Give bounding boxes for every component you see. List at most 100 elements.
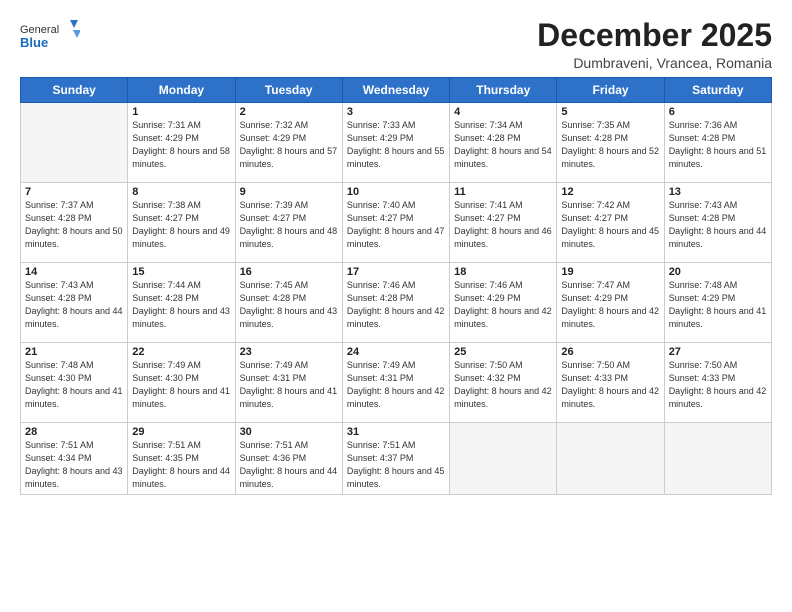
day-info: Sunrise: 7:51 AM Sunset: 4:36 PM Dayligh… (240, 439, 338, 491)
day-number: 26 (561, 346, 659, 358)
day-info: Sunrise: 7:47 AM Sunset: 4:29 PM Dayligh… (561, 279, 659, 331)
day-number: 17 (347, 266, 445, 278)
day-number: 12 (561, 186, 659, 198)
day-info: Sunrise: 7:37 AM Sunset: 4:28 PM Dayligh… (25, 199, 123, 251)
day-info: Sunrise: 7:32 AM Sunset: 4:29 PM Dayligh… (240, 119, 338, 171)
day-number: 30 (240, 426, 338, 438)
day-number: 18 (454, 266, 552, 278)
day-info: Sunrise: 7:35 AM Sunset: 4:28 PM Dayligh… (561, 119, 659, 171)
day-info: Sunrise: 7:48 AM Sunset: 4:30 PM Dayligh… (25, 359, 123, 411)
logo: General Blue (20, 18, 80, 54)
calendar-week-2: 7 Sunrise: 7:37 AM Sunset: 4:28 PM Dayli… (21, 183, 772, 263)
day-info: Sunrise: 7:49 AM Sunset: 4:31 PM Dayligh… (347, 359, 445, 411)
day-info: Sunrise: 7:48 AM Sunset: 4:29 PM Dayligh… (669, 279, 767, 331)
calendar-cell (450, 423, 557, 495)
day-number: 29 (132, 426, 230, 438)
day-number: 11 (454, 186, 552, 198)
col-monday: Monday (128, 78, 235, 103)
day-info: Sunrise: 7:51 AM Sunset: 4:37 PM Dayligh… (347, 439, 445, 491)
day-number: 3 (347, 106, 445, 118)
calendar-cell: 11 Sunrise: 7:41 AM Sunset: 4:27 PM Dayl… (450, 183, 557, 263)
calendar-cell: 20 Sunrise: 7:48 AM Sunset: 4:29 PM Dayl… (664, 263, 771, 343)
calendar-cell: 18 Sunrise: 7:46 AM Sunset: 4:29 PM Dayl… (450, 263, 557, 343)
day-number: 27 (669, 346, 767, 358)
calendar-cell: 16 Sunrise: 7:45 AM Sunset: 4:28 PM Dayl… (235, 263, 342, 343)
day-number: 24 (347, 346, 445, 358)
calendar-cell: 14 Sunrise: 7:43 AM Sunset: 4:28 PM Dayl… (21, 263, 128, 343)
day-number: 8 (132, 186, 230, 198)
day-number: 5 (561, 106, 659, 118)
calendar-cell: 4 Sunrise: 7:34 AM Sunset: 4:28 PM Dayli… (450, 103, 557, 183)
day-info: Sunrise: 7:38 AM Sunset: 4:27 PM Dayligh… (132, 199, 230, 251)
day-number: 23 (240, 346, 338, 358)
calendar-cell: 27 Sunrise: 7:50 AM Sunset: 4:33 PM Dayl… (664, 343, 771, 423)
day-info: Sunrise: 7:34 AM Sunset: 4:28 PM Dayligh… (454, 119, 552, 171)
calendar-cell (21, 103, 128, 183)
page: General Blue December 2025 Dumbraveni, V… (0, 0, 792, 612)
calendar-cell: 3 Sunrise: 7:33 AM Sunset: 4:29 PM Dayli… (342, 103, 449, 183)
svg-text:Blue: Blue (20, 35, 48, 50)
day-number: 9 (240, 186, 338, 198)
calendar-cell: 6 Sunrise: 7:36 AM Sunset: 4:28 PM Dayli… (664, 103, 771, 183)
calendar-cell: 22 Sunrise: 7:49 AM Sunset: 4:30 PM Dayl… (128, 343, 235, 423)
day-info: Sunrise: 7:45 AM Sunset: 4:28 PM Dayligh… (240, 279, 338, 331)
calendar-cell: 29 Sunrise: 7:51 AM Sunset: 4:35 PM Dayl… (128, 423, 235, 495)
col-friday: Friday (557, 78, 664, 103)
calendar-cell: 25 Sunrise: 7:50 AM Sunset: 4:32 PM Dayl… (450, 343, 557, 423)
calendar-cell: 1 Sunrise: 7:31 AM Sunset: 4:29 PM Dayli… (128, 103, 235, 183)
col-saturday: Saturday (664, 78, 771, 103)
calendar-cell: 31 Sunrise: 7:51 AM Sunset: 4:37 PM Dayl… (342, 423, 449, 495)
day-info: Sunrise: 7:41 AM Sunset: 4:27 PM Dayligh… (454, 199, 552, 251)
calendar-cell: 2 Sunrise: 7:32 AM Sunset: 4:29 PM Dayli… (235, 103, 342, 183)
day-info: Sunrise: 7:46 AM Sunset: 4:28 PM Dayligh… (347, 279, 445, 331)
day-info: Sunrise: 7:49 AM Sunset: 4:30 PM Dayligh… (132, 359, 230, 411)
calendar-cell: 26 Sunrise: 7:50 AM Sunset: 4:33 PM Dayl… (557, 343, 664, 423)
calendar-cell: 7 Sunrise: 7:37 AM Sunset: 4:28 PM Dayli… (21, 183, 128, 263)
calendar-cell: 15 Sunrise: 7:44 AM Sunset: 4:28 PM Dayl… (128, 263, 235, 343)
day-number: 16 (240, 266, 338, 278)
day-number: 28 (25, 426, 123, 438)
day-number: 25 (454, 346, 552, 358)
day-number: 1 (132, 106, 230, 118)
calendar-cell (557, 423, 664, 495)
day-number: 19 (561, 266, 659, 278)
calendar-cell: 19 Sunrise: 7:47 AM Sunset: 4:29 PM Dayl… (557, 263, 664, 343)
day-number: 22 (132, 346, 230, 358)
day-number: 4 (454, 106, 552, 118)
day-info: Sunrise: 7:43 AM Sunset: 4:28 PM Dayligh… (669, 199, 767, 251)
day-number: 10 (347, 186, 445, 198)
day-info: Sunrise: 7:50 AM Sunset: 4:33 PM Dayligh… (669, 359, 767, 411)
day-number: 7 (25, 186, 123, 198)
calendar-week-1: 1 Sunrise: 7:31 AM Sunset: 4:29 PM Dayli… (21, 103, 772, 183)
col-wednesday: Wednesday (342, 78, 449, 103)
calendar-cell: 13 Sunrise: 7:43 AM Sunset: 4:28 PM Dayl… (664, 183, 771, 263)
day-info: Sunrise: 7:42 AM Sunset: 4:27 PM Dayligh… (561, 199, 659, 251)
col-thursday: Thursday (450, 78, 557, 103)
calendar-cell (664, 423, 771, 495)
calendar-table: Sunday Monday Tuesday Wednesday Thursday… (20, 77, 772, 495)
day-number: 13 (669, 186, 767, 198)
day-number: 15 (132, 266, 230, 278)
day-info: Sunrise: 7:33 AM Sunset: 4:29 PM Dayligh… (347, 119, 445, 171)
calendar-cell: 17 Sunrise: 7:46 AM Sunset: 4:28 PM Dayl… (342, 263, 449, 343)
calendar-cell: 21 Sunrise: 7:48 AM Sunset: 4:30 PM Dayl… (21, 343, 128, 423)
day-number: 6 (669, 106, 767, 118)
calendar-cell: 8 Sunrise: 7:38 AM Sunset: 4:27 PM Dayli… (128, 183, 235, 263)
day-number: 2 (240, 106, 338, 118)
calendar-cell: 5 Sunrise: 7:35 AM Sunset: 4:28 PM Dayli… (557, 103, 664, 183)
day-info: Sunrise: 7:46 AM Sunset: 4:29 PM Dayligh… (454, 279, 552, 331)
day-info: Sunrise: 7:49 AM Sunset: 4:31 PM Dayligh… (240, 359, 338, 411)
day-info: Sunrise: 7:31 AM Sunset: 4:29 PM Dayligh… (132, 119, 230, 171)
logo-svg: General Blue (20, 18, 80, 54)
day-info: Sunrise: 7:39 AM Sunset: 4:27 PM Dayligh… (240, 199, 338, 251)
calendar-cell: 12 Sunrise: 7:42 AM Sunset: 4:27 PM Dayl… (557, 183, 664, 263)
calendar-cell: 9 Sunrise: 7:39 AM Sunset: 4:27 PM Dayli… (235, 183, 342, 263)
day-number: 31 (347, 426, 445, 438)
header: General Blue December 2025 Dumbraveni, V… (20, 18, 772, 71)
calendar-week-5: 28 Sunrise: 7:51 AM Sunset: 4:34 PM Dayl… (21, 423, 772, 495)
day-info: Sunrise: 7:43 AM Sunset: 4:28 PM Dayligh… (25, 279, 123, 331)
col-tuesday: Tuesday (235, 78, 342, 103)
day-info: Sunrise: 7:44 AM Sunset: 4:28 PM Dayligh… (132, 279, 230, 331)
calendar-cell: 28 Sunrise: 7:51 AM Sunset: 4:34 PM Dayl… (21, 423, 128, 495)
calendar-cell: 23 Sunrise: 7:49 AM Sunset: 4:31 PM Dayl… (235, 343, 342, 423)
